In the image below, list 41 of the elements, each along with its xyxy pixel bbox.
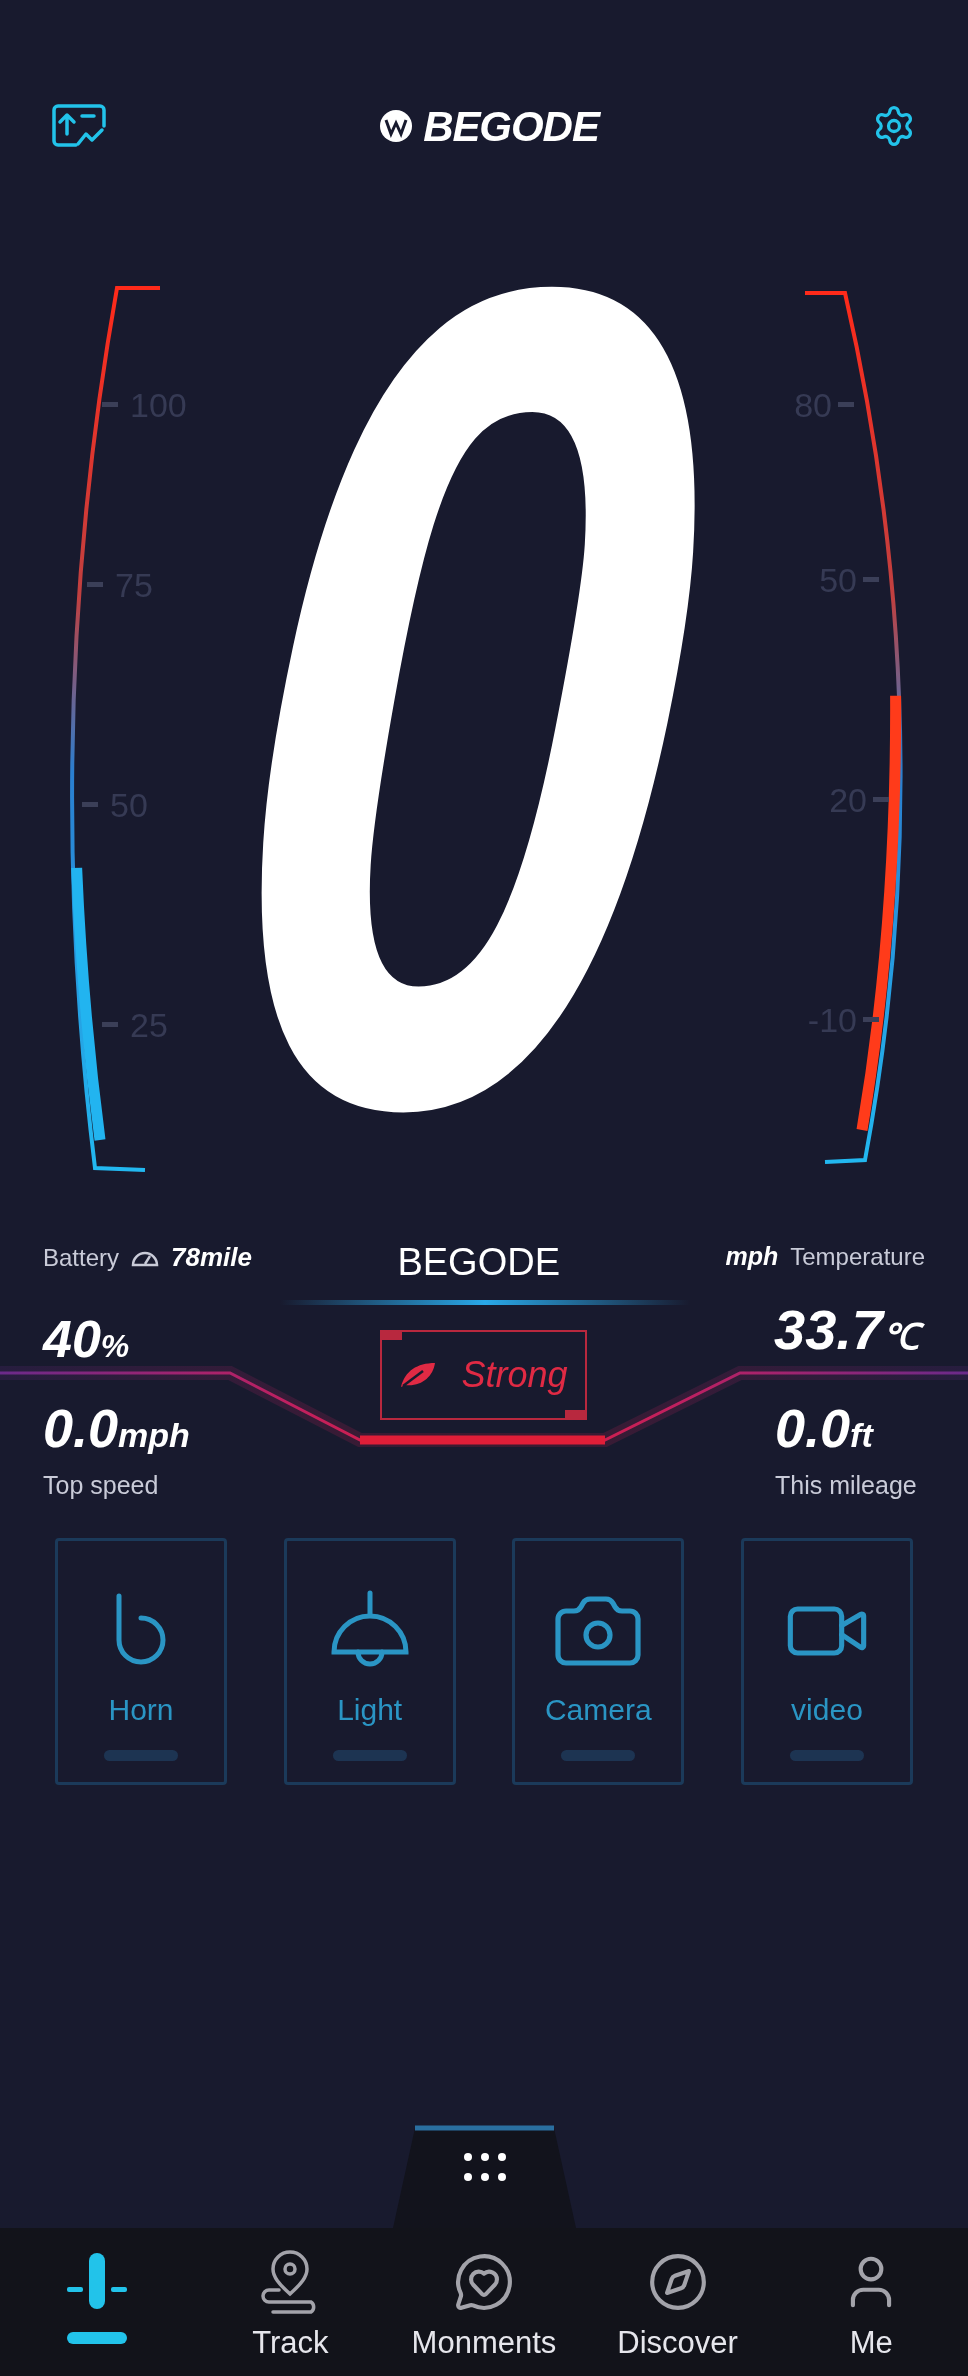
tick-mark xyxy=(838,402,854,407)
upload-chart-icon[interactable] xyxy=(52,104,106,148)
mileage-label: This mileage xyxy=(775,1470,918,1501)
tick-mark xyxy=(82,802,98,807)
range-value: 78mile xyxy=(171,1241,252,1274)
top-speed-label: Top speed xyxy=(43,1470,160,1501)
top-speed-value: 0.0mph xyxy=(43,1401,190,1455)
temperature-label: Temperature xyxy=(790,1241,925,1272)
control-button[interactable]: Horn xyxy=(55,1538,227,1785)
battery-value: 40% xyxy=(43,1313,130,1365)
control-button[interactable]: Camera xyxy=(512,1538,685,1785)
mileage-value: 0.0ft xyxy=(775,1401,875,1455)
speed-readout: 0 xyxy=(211,260,719,1135)
dots-icon xyxy=(462,2153,507,2181)
tick-mark xyxy=(863,577,879,582)
nav-tab[interactable]: Me xyxy=(774,2228,968,2376)
tick-mark xyxy=(87,582,103,587)
drawer-handle[interactable] xyxy=(392,2125,576,2228)
speed-unit: mph xyxy=(725,1241,779,1272)
tick-mark xyxy=(102,402,118,407)
control-button[interactable]: Light xyxy=(283,1538,456,1785)
nav-tab[interactable]: Monments xyxy=(387,2228,581,2376)
tick-mark xyxy=(863,1017,879,1022)
control-button[interactable]: video xyxy=(740,1538,913,1785)
tick-mark xyxy=(873,797,889,802)
tick-mark xyxy=(102,1022,118,1027)
selected-underline xyxy=(66,2332,127,2344)
leaf-icon xyxy=(399,1361,438,1389)
nav-tab[interactable]: Discover xyxy=(580,2228,775,2376)
chat-heart-icon xyxy=(453,2251,515,2313)
logo-icon xyxy=(379,109,414,143)
temperature-value: 33.7℃ xyxy=(774,1295,925,1365)
joystick-icon xyxy=(66,2253,127,2311)
brand-name: BEGODE xyxy=(423,101,599,152)
nav-tab[interactable]: Track xyxy=(193,2228,388,2376)
corner-mark xyxy=(565,1410,585,1418)
center-title: BEGODE xyxy=(397,1240,562,1285)
mode-label: Strong xyxy=(461,1353,568,1397)
battery-label: Battery xyxy=(43,1242,120,1273)
mode-badge[interactable]: Strong xyxy=(380,1330,587,1420)
corner-mark xyxy=(382,1332,402,1340)
